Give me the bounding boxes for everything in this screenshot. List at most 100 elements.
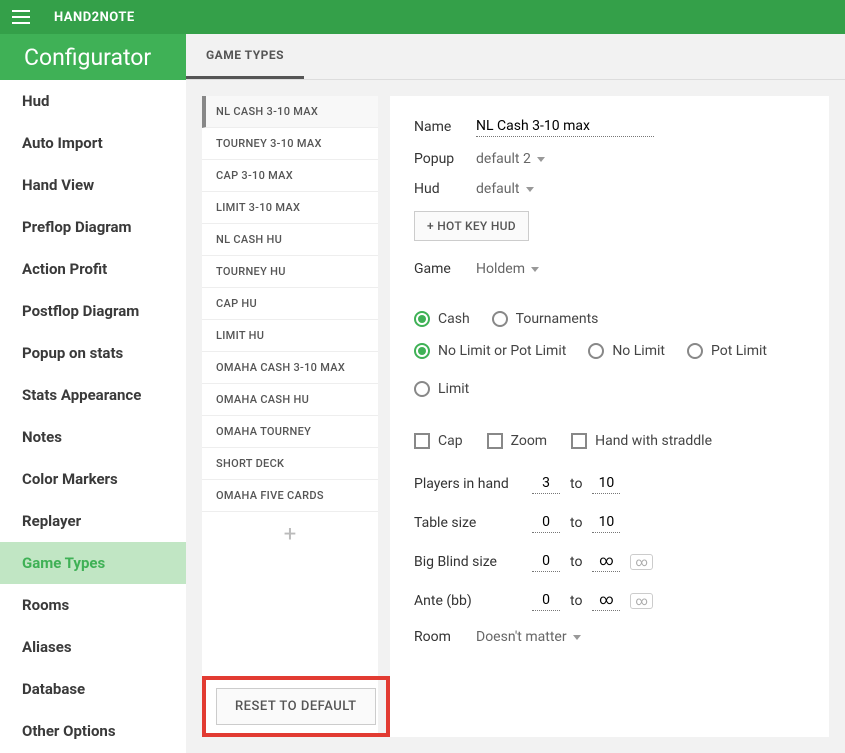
- gametype-list-item[interactable]: LIMIT 3-10 MAX: [202, 192, 378, 224]
- checkbox-option[interactable]: Zoom: [487, 433, 548, 449]
- radio-label: Pot Limit: [711, 343, 767, 359]
- sidebar-item[interactable]: Preflop Diagram: [0, 206, 186, 248]
- content: NL CASH 3-10 MAXTOURNEY 3-10 MAXCAP 3-10…: [186, 80, 845, 753]
- checkbox-option[interactable]: Hand with straddle: [571, 433, 712, 449]
- sidebar-item[interactable]: Other Options: [0, 710, 186, 752]
- checkbox-label: Cap: [438, 433, 463, 449]
- to-word: to: [570, 515, 582, 531]
- radio-label: No Limit: [612, 343, 665, 359]
- gametype-list-item[interactable]: CAP 3-10 MAX: [202, 160, 378, 192]
- sidebar-item[interactable]: Replayer: [0, 500, 186, 542]
- sidebar-item[interactable]: Hand View: [0, 164, 186, 206]
- sidebar-item[interactable]: Database: [0, 668, 186, 710]
- checkbox-icon: [414, 433, 430, 449]
- gametype-form: Name Popup default 2 Hud default: [390, 96, 829, 737]
- sidebar-item[interactable]: Game Types: [0, 542, 186, 584]
- main: HudAuto ImportHand ViewPreflop DiagramAc…: [0, 80, 845, 753]
- gametype-list-item[interactable]: SHORT DECK: [202, 448, 378, 480]
- checkbox-label: Zoom: [511, 433, 548, 449]
- header: Configurator GAME TYPES: [0, 34, 845, 80]
- gametype-list-item[interactable]: TOURNEY HU: [202, 256, 378, 288]
- sidebar-item[interactable]: Color Markers: [0, 458, 186, 500]
- bb-from-input[interactable]: [532, 551, 560, 572]
- radio-label: Tournaments: [516, 311, 599, 327]
- infinity-icon[interactable]: ∞: [630, 593, 652, 609]
- gametype-list-item[interactable]: NL CASH 3-10 MAX: [202, 96, 378, 128]
- room-value: Doesn't matter: [476, 629, 567, 645]
- reset-highlight: RESET TO DEFAULT: [202, 676, 390, 737]
- hud-dropdown[interactable]: default: [476, 181, 534, 197]
- gametype-list-item[interactable]: OMAHA CASH 3-10 MAX: [202, 352, 378, 384]
- radio-icon: [414, 311, 430, 327]
- bb-label: Big Blind size: [414, 554, 522, 570]
- sidebar-item[interactable]: Aliases: [0, 626, 186, 668]
- radio-option[interactable]: No Limit: [588, 343, 665, 359]
- tab-game-types[interactable]: GAME TYPES: [186, 34, 304, 79]
- chevron-down-icon: [531, 267, 539, 272]
- popup-label: Popup: [414, 151, 464, 167]
- sidebar-item[interactable]: Action Profit: [0, 248, 186, 290]
- add-gametype-button[interactable]: +: [202, 512, 378, 557]
- table-from-input[interactable]: [532, 512, 560, 533]
- gametype-list-item[interactable]: CAP HU: [202, 288, 378, 320]
- sidebar-item[interactable]: Rooms: [0, 584, 186, 626]
- gametype-list-item[interactable]: OMAHA FIVE CARDS: [202, 480, 378, 512]
- players-from-input[interactable]: [532, 473, 560, 494]
- gametype-list-item[interactable]: NL CASH HU: [202, 224, 378, 256]
- checkbox-label: Hand with straddle: [595, 433, 712, 449]
- reset-to-default-button[interactable]: RESET TO DEFAULT: [216, 688, 376, 725]
- name-input[interactable]: [476, 116, 654, 137]
- tabstrip: GAME TYPES: [186, 34, 845, 80]
- mode-radio-group: Cash Tournaments: [414, 311, 805, 327]
- radio-label: No Limit or Pot Limit: [438, 343, 566, 359]
- radio-option[interactable]: Tournaments: [492, 311, 599, 327]
- popup-dropdown[interactable]: default 2: [476, 151, 545, 167]
- radio-label: Cash: [438, 311, 470, 327]
- ante-label: Ante (bb): [414, 593, 522, 609]
- room-label: Room: [414, 629, 464, 645]
- flag-checkbox-group: Cap Zoom Hand with straddle: [414, 433, 805, 449]
- hotkey-hud-button[interactable]: + HOT KEY HUD: [414, 211, 529, 241]
- game-dropdown[interactable]: Holdem: [476, 261, 539, 277]
- table-to-input[interactable]: [592, 512, 620, 533]
- to-word: to: [570, 554, 582, 570]
- radio-icon: [414, 343, 430, 359]
- infinity-icon[interactable]: ∞: [630, 554, 652, 570]
- ante-from-input[interactable]: [532, 590, 560, 611]
- radio-icon: [492, 311, 508, 327]
- gametype-list-item[interactable]: TOURNEY 3-10 MAX: [202, 128, 378, 160]
- hud-label: Hud: [414, 181, 464, 197]
- name-label: Name: [414, 119, 464, 135]
- gametype-list-item[interactable]: LIMIT HU: [202, 320, 378, 352]
- sidebar-item[interactable]: Stats Appearance: [0, 374, 186, 416]
- gametype-list-item[interactable]: OMAHA TOURNEY: [202, 416, 378, 448]
- table-label: Table size: [414, 515, 522, 531]
- sidebar-item[interactable]: Notes: [0, 416, 186, 458]
- players-to-input[interactable]: [592, 473, 620, 494]
- ante-to-input[interactable]: [592, 590, 620, 611]
- chevron-down-icon: [537, 157, 545, 162]
- radio-option[interactable]: Pot Limit: [687, 343, 767, 359]
- bb-to-input[interactable]: [592, 551, 620, 572]
- sidebar-item[interactable]: Hud: [0, 80, 186, 122]
- game-value: Holdem: [476, 261, 525, 277]
- checkbox-option[interactable]: Cap: [414, 433, 463, 449]
- app-title: HAND2NOTE: [54, 10, 135, 25]
- to-word: to: [570, 593, 582, 609]
- sidebar-item[interactable]: Popup on stats: [0, 332, 186, 374]
- popup-value: default 2: [476, 151, 531, 167]
- sidebar-item[interactable]: Postflop Diagram: [0, 290, 186, 332]
- menu-icon[interactable]: [12, 10, 30, 24]
- players-label: Players in hand: [414, 476, 522, 492]
- radio-icon: [414, 381, 430, 397]
- sidebar-item[interactable]: Auto Import: [0, 122, 186, 164]
- checkbox-icon: [487, 433, 503, 449]
- to-word: to: [570, 476, 582, 492]
- room-dropdown[interactable]: Doesn't matter: [476, 629, 581, 645]
- gametype-list-item[interactable]: OMAHA CASH HU: [202, 384, 378, 416]
- radio-option[interactable]: Limit: [414, 381, 469, 397]
- radio-option[interactable]: No Limit or Pot Limit: [414, 343, 566, 359]
- radio-option[interactable]: Cash: [414, 311, 470, 327]
- chevron-down-icon: [526, 187, 534, 192]
- radio-icon: [687, 343, 703, 359]
